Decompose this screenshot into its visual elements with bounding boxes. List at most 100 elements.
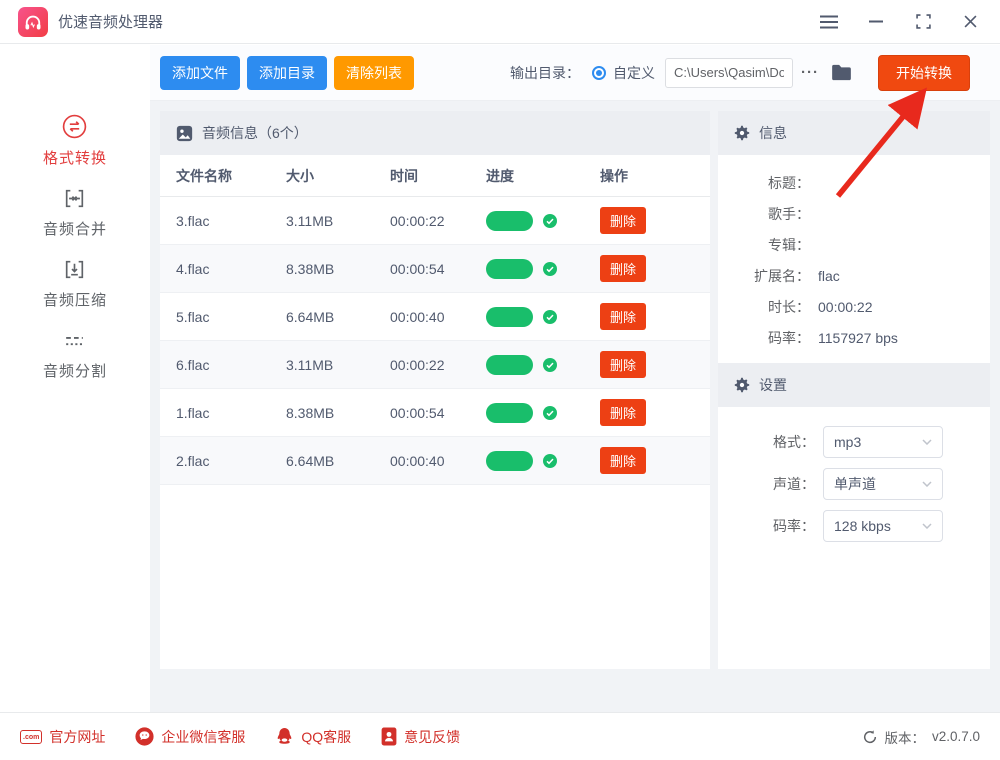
delete-button[interactable]: 删除 xyxy=(600,255,646,282)
start-convert-button[interactable]: 开始转换 xyxy=(878,55,970,91)
qq-service-link[interactable]: QQ客服 xyxy=(275,727,351,747)
info-label: 时长： xyxy=(718,297,810,317)
file-progress xyxy=(486,403,600,423)
check-circle-icon xyxy=(543,358,557,372)
app-title: 优速音频处理器 xyxy=(58,11,163,32)
setting-label: 码率： xyxy=(718,516,815,536)
qq-service-icon xyxy=(275,727,294,746)
info-label: 歌手： xyxy=(718,204,810,224)
info-label: 专辑： xyxy=(718,235,810,255)
file-name: 6.flac xyxy=(176,357,286,373)
maximize-icon[interactable] xyxy=(913,12,933,32)
format-select[interactable]: mp3 xyxy=(823,426,943,458)
info-row-title: 标题： xyxy=(718,167,990,198)
setting-row-bitrate: 码率： 128 kbps xyxy=(718,505,990,547)
info-row-album: 专辑： xyxy=(718,229,990,260)
toolbar: 添加文件 添加目录 清除列表 输出目录： 自定义 ··· 开始转换 xyxy=(150,45,1000,101)
file-time: 00:00:54 xyxy=(390,261,486,277)
delete-button[interactable]: 删除 xyxy=(600,207,646,234)
feedback-icon xyxy=(381,727,397,746)
chevron-down-icon xyxy=(922,481,932,487)
browse-ellipsis-button[interactable]: ··· xyxy=(801,64,819,81)
file-panel-header: 音频信息（6个） xyxy=(160,111,710,155)
official-website-link[interactable]: .com 官方网址 xyxy=(20,727,105,747)
app-window: 优速音频处理器 格式转换 xyxy=(0,0,1000,760)
table-header: 文件名称 大小 时间 进度 操作 xyxy=(160,155,710,197)
file-panel-title: 音频信息（6个） xyxy=(202,123,308,143)
file-action: 删除 xyxy=(600,255,694,282)
custom-path-radio[interactable] xyxy=(592,66,606,80)
refresh-icon[interactable] xyxy=(863,730,877,744)
settings-panel-header: 设置 xyxy=(718,363,990,407)
folder-icon xyxy=(831,64,852,81)
file-size: 8.38MB xyxy=(286,405,390,421)
convert-icon xyxy=(61,113,88,140)
info-label: 扩展名： xyxy=(718,266,810,286)
gear-icon xyxy=(734,377,750,393)
wechat-service-icon xyxy=(135,727,154,746)
channel-select[interactable]: 单声道 xyxy=(823,468,943,500)
open-folder-button[interactable] xyxy=(831,64,852,81)
info-label: 码率： xyxy=(718,328,810,348)
info-value: 1157927 bps xyxy=(818,330,898,346)
sidebar: 格式转换 音频合并 音频压缩 音频分割 xyxy=(0,45,150,712)
delete-button[interactable]: 删除 xyxy=(600,351,646,378)
sidebar-item-audio-merge[interactable]: 音频合并 xyxy=(43,186,107,239)
delete-button[interactable]: 删除 xyxy=(600,399,646,426)
info-value: 00:00:22 xyxy=(818,299,873,315)
add-directory-button[interactable]: 添加目录 xyxy=(247,56,327,90)
table-row: 6.flac 3.11MB 00:00:22 删除 xyxy=(160,341,710,389)
sidebar-item-label: 音频分割 xyxy=(43,360,107,381)
bitrate-select[interactable]: 128 kbps xyxy=(823,510,943,542)
setting-label: 格式： xyxy=(718,432,815,452)
sidebar-item-audio-compress[interactable]: 音频压缩 xyxy=(43,257,107,310)
sidebar-item-label: 格式转换 xyxy=(43,147,107,168)
output-path-input[interactable] xyxy=(665,58,793,88)
sidebar-item-format-convert[interactable]: 格式转换 xyxy=(43,113,107,168)
add-file-button[interactable]: 添加文件 xyxy=(160,56,240,90)
check-circle-icon xyxy=(543,454,557,468)
sidebar-item-audio-split[interactable]: 音频分割 xyxy=(43,328,107,381)
clear-list-button[interactable]: 清除列表 xyxy=(334,56,414,90)
info-fields: 标题： 歌手： 专辑： 扩展名： flac 时长： 00:00:22 xyxy=(718,155,990,353)
file-name: 5.flac xyxy=(176,309,286,325)
info-panel-title: 信息 xyxy=(759,123,787,143)
file-time: 00:00:54 xyxy=(390,405,486,421)
file-action: 删除 xyxy=(600,399,694,426)
app-logo xyxy=(18,7,48,37)
file-action: 删除 xyxy=(600,303,694,330)
headphones-icon xyxy=(23,12,43,32)
progress-bar xyxy=(486,451,533,471)
chevron-down-icon xyxy=(922,523,932,529)
file-list-panel: 音频信息（6个） 文件名称 大小 时间 进度 操作 3.flac 3.11MB … xyxy=(160,111,710,669)
file-size: 6.64MB xyxy=(286,309,390,325)
check-circle-icon xyxy=(543,406,557,420)
main-content: 添加文件 添加目录 清除列表 输出目录： 自定义 ··· 开始转换 xyxy=(150,45,1000,712)
custom-path-radio-label[interactable]: 自定义 xyxy=(613,63,655,83)
footer-link-label: 意见反馈 xyxy=(404,727,460,747)
file-action: 删除 xyxy=(600,351,694,378)
minimize-icon[interactable] xyxy=(866,12,886,32)
file-table-body: 3.flac 3.11MB 00:00:22 删除 4.flac 8.38MB … xyxy=(160,197,710,485)
progress-bar xyxy=(486,211,533,231)
progress-bar xyxy=(486,355,533,375)
file-name: 4.flac xyxy=(176,261,286,277)
delete-button[interactable]: 删除 xyxy=(600,303,646,330)
menu-icon[interactable] xyxy=(819,12,839,32)
column-header-action: 操作 xyxy=(600,166,694,186)
footer-link-label: 官方网址 xyxy=(49,727,105,747)
check-circle-icon xyxy=(543,262,557,276)
progress-bar xyxy=(486,403,533,423)
feedback-link[interactable]: 意见反馈 xyxy=(381,727,460,747)
radio-dot xyxy=(596,70,602,76)
setting-row-format: 格式： mp3 xyxy=(718,421,990,463)
chevron-down-icon xyxy=(922,439,932,445)
file-action: 删除 xyxy=(600,207,694,234)
delete-button[interactable]: 删除 xyxy=(600,447,646,474)
wechat-service-link[interactable]: 企业微信客服 xyxy=(135,727,245,747)
file-time: 00:00:22 xyxy=(390,213,486,229)
setting-label: 声道： xyxy=(718,474,815,494)
file-progress xyxy=(486,307,600,327)
close-icon[interactable] xyxy=(960,12,980,32)
info-row-duration: 时长： 00:00:22 xyxy=(718,291,990,322)
